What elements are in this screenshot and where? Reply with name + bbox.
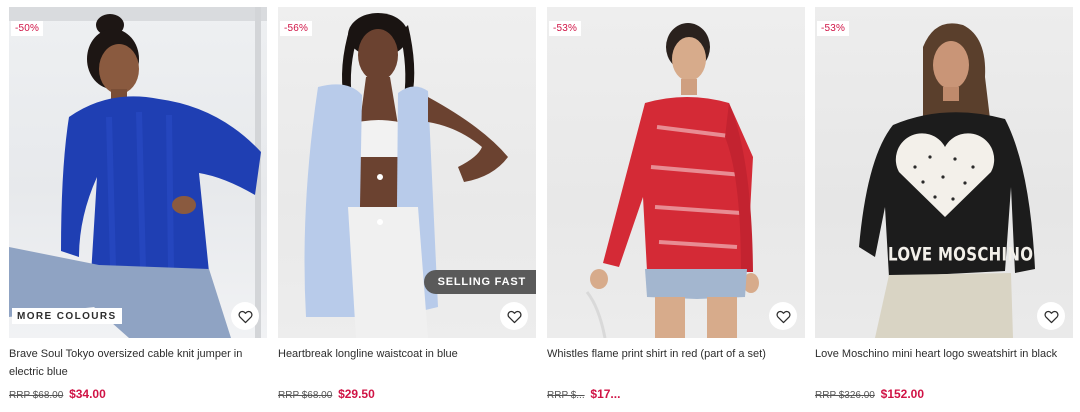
product-card[interactable]: -50% MORE COLOURS Brave Soul Tokyo overs…: [9, 7, 267, 401]
model-photo: [859, 23, 1035, 338]
sale-price: $34.00: [69, 387, 106, 401]
discount-badge: -53%: [817, 21, 850, 36]
price-row: RRP $326.00 $152.00: [815, 387, 924, 401]
discount-badge: -50%: [11, 21, 44, 36]
rrp-price: RRP $68.00: [9, 390, 64, 401]
wishlist-button[interactable]: [1037, 302, 1065, 330]
discount-badge: -53%: [549, 21, 582, 36]
product-card[interactable]: -56% SELLING FAST Heartbreak longline wa…: [278, 7, 536, 401]
product-image[interactable]: -50% MORE COLOURS: [9, 7, 267, 338]
product-image[interactable]: -53%: [547, 7, 805, 338]
rrp-price: RRP $326.00: [815, 390, 875, 401]
product-title[interactable]: Brave Soul Tokyo oversized cable knit ju…: [9, 345, 267, 381]
product-title[interactable]: Love Moschino mini heart logo sweatshirt…: [815, 345, 1073, 381]
sweatshirt-logo-text: LOVE MOSCHINO: [888, 242, 1034, 266]
heart-outline-icon: [237, 310, 253, 323]
model-photo: [585, 23, 759, 338]
wishlist-button[interactable]: [500, 302, 528, 330]
price-row: RRP $... $17...: [547, 387, 620, 401]
sale-price: $17...: [590, 387, 621, 401]
rrp-price: RRP $68.00: [278, 390, 333, 401]
product-image[interactable]: LOVE MOSCHINO -53%: [815, 7, 1073, 338]
product-card[interactable]: -53% Whistles flame print shirt in red (…: [547, 7, 805, 401]
wishlist-button[interactable]: [231, 302, 259, 330]
more-colours-badge: MORE COLOURS: [12, 308, 122, 324]
sale-price: $29.50: [338, 387, 375, 401]
sale-price: $152.00: [880, 387, 925, 401]
rrp-price: RRP $...: [547, 390, 585, 401]
model-photo: [9, 7, 267, 338]
discount-badge: -56%: [280, 21, 313, 36]
product-card[interactable]: LOVE MOSCHINO -53% Love Moschino mini he…: [815, 7, 1073, 401]
wishlist-button[interactable]: [769, 302, 797, 330]
product-title[interactable]: Heartbreak longline waistcoat in blue: [278, 345, 536, 381]
selling-fast-badge: SELLING FAST: [423, 270, 536, 294]
heart-outline-icon: [506, 310, 522, 323]
price-row: RRP $68.00 $34.00: [9, 387, 106, 401]
product-image[interactable]: -56% SELLING FAST: [278, 7, 536, 338]
heart-outline-icon: [1043, 310, 1059, 323]
heart-outline-icon: [775, 310, 791, 323]
product-title[interactable]: Whistles flame print shirt in red (part …: [547, 345, 805, 381]
product-grid: -50% MORE COLOURS Brave Soul Tokyo overs…: [0, 0, 1080, 412]
price-row: RRP $68.00 $29.50: [278, 387, 375, 401]
